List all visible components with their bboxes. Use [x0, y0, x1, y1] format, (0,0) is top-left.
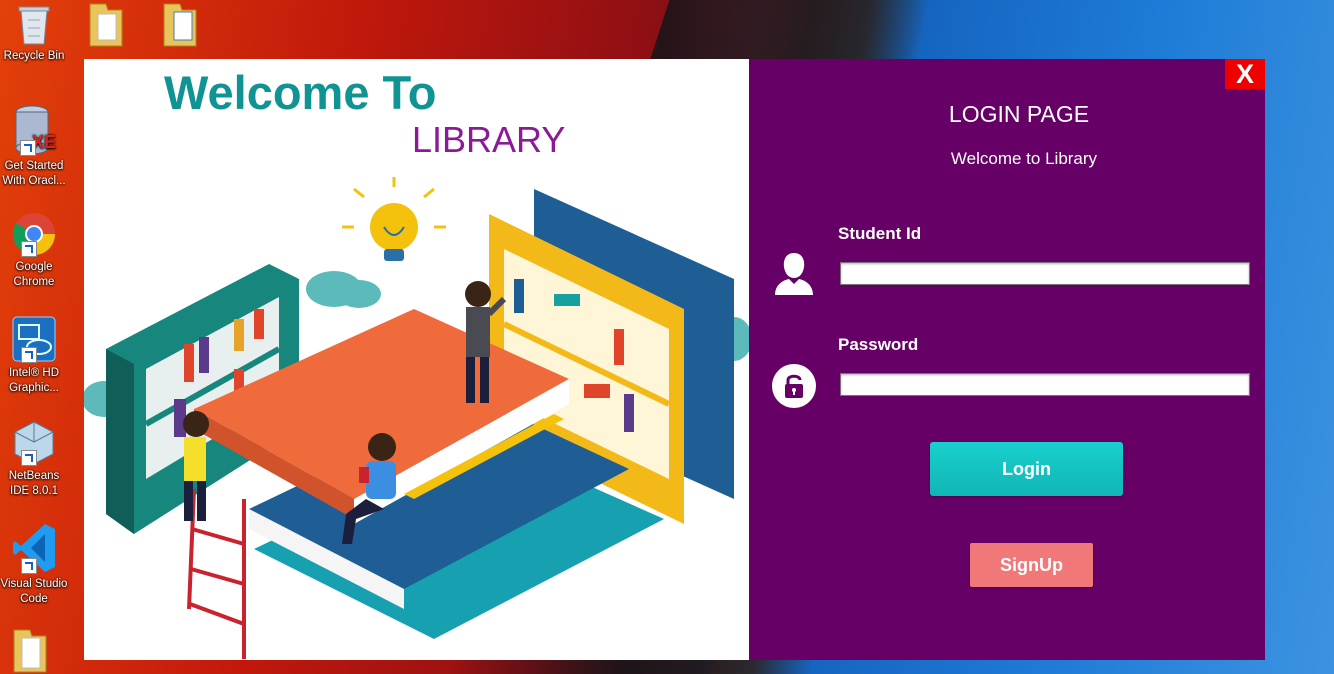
welcome-title: Welcome To [164, 66, 437, 119]
shortcut-arrow-icon [21, 241, 37, 257]
student-id-label: Student Id [838, 224, 922, 243]
welcome-panel: Welcome To LIBRARY [84, 59, 749, 660]
folder-icon[interactable] [160, 0, 200, 54]
desktop-icon-recycle-bin[interactable]: Recycle Bin [0, 2, 68, 64]
user-icon [775, 253, 813, 295]
login-welcome-text: Welcome to Library [950, 149, 1098, 168]
shortcut-arrow-icon [21, 558, 37, 574]
desktop-icon-netbeans[interactable]: NetBeans IDE 8.0.1 [0, 420, 68, 499]
library-illustration [84, 177, 749, 659]
lightbulb-icon [342, 177, 446, 261]
library-subtitle: LIBRARY [412, 119, 566, 160]
desktop-icon-label: Get Started With Oracl... [2, 160, 66, 187]
login-dialog: Welcome To LIBRARY X LOGIN PAGE Welcome … [84, 59, 1265, 660]
desktop-icon-vscode[interactable]: Visual Studio Code [0, 522, 68, 607]
folder-icon[interactable] [10, 626, 50, 674]
student-id-input[interactable] [840, 262, 1250, 285]
login-panel: X LOGIN PAGE Welcome to Library Student … [749, 59, 1265, 660]
person-left [183, 411, 209, 521]
desktop-icon-intel-graphics[interactable]: Intel® HD Graphic... [0, 315, 68, 396]
password-input[interactable] [840, 373, 1250, 396]
shortcut-arrow-icon [21, 347, 37, 363]
netbeans-icon [11, 420, 57, 466]
shortcut-arrow-icon [21, 450, 37, 466]
intel-graphics-icon [11, 315, 57, 363]
desktop-icon-label: Google Chrome [13, 261, 55, 288]
lock-icon [772, 364, 816, 408]
login-button[interactable]: Login [930, 442, 1123, 496]
desktop-icon-label: Visual Studio Code [0, 578, 68, 605]
desktop-icon-label: Recycle Bin [3, 50, 65, 62]
desktop-icon-label: NetBeans IDE 8.0.1 [8, 470, 60, 497]
vscode-icon [11, 522, 57, 574]
shortcut-arrow-icon [20, 140, 36, 156]
folder-icon[interactable] [86, 0, 126, 54]
password-label: Password [838, 335, 919, 354]
signup-button[interactable]: SignUp [970, 543, 1093, 587]
desktop-icon-chrome[interactable]: Google Chrome [0, 211, 68, 290]
close-button[interactable]: X [1225, 59, 1265, 89]
oracle-database-icon: XE [10, 104, 58, 156]
chrome-icon [11, 211, 57, 257]
desktop-icon-oracle[interactable]: XE Get Started With Oracl... [0, 104, 68, 189]
login-title: LOGIN PAGE [948, 101, 1090, 127]
desktop-icon-label: Intel® HD Graphic... [8, 367, 59, 394]
recycle-bin-icon [18, 6, 50, 45]
